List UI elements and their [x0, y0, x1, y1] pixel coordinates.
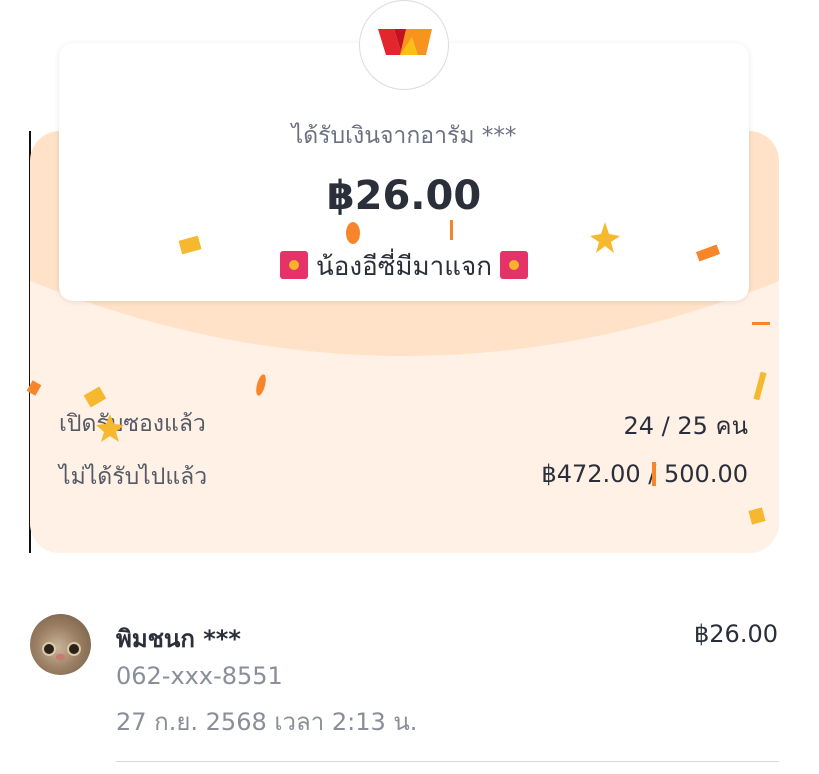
receiver-name: พิมชนก *** — [116, 625, 241, 653]
opened-label: เปิดรับซองแล้ว — [59, 411, 206, 437]
red-envelope-icon — [499, 251, 528, 279]
received-label: ไม่ได้รับไปแล้ว — [59, 464, 208, 490]
avatar-eye — [42, 642, 56, 656]
receiver-phone: 062-xxx-8551 — [116, 662, 283, 690]
opened-value: 24 / 25 คน — [623, 412, 748, 440]
receiver-time: 27 ก.ย. 2568 เวลา 2:13 น. — [116, 708, 418, 736]
received-amount: ฿26.00 — [326, 173, 482, 219]
list-divider — [116, 761, 779, 762]
receiver-amount: ฿26.00 — [694, 620, 778, 648]
received-value: ฿472.00 / 500.00 — [541, 460, 748, 488]
red-envelope-icon — [280, 251, 309, 279]
receiver-avatar — [30, 614, 91, 675]
envelope-title-row: น้องอีซี่มีมาแจก — [59, 246, 749, 287]
wallet-logo-icon — [359, 0, 449, 90]
envelope-title: น้องอีซี่มีมาแจก — [316, 252, 492, 282]
avatar-nose — [56, 654, 65, 660]
sender-text: ได้รับเงินจากอารัม *** — [291, 123, 517, 149]
avatar-eye — [67, 642, 81, 656]
